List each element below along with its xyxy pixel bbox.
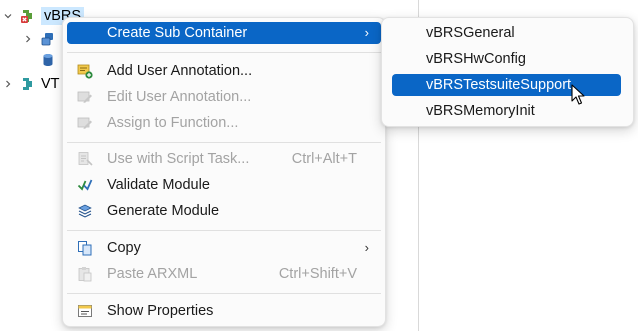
chevron-down-icon[interactable] [2,10,14,22]
menu-item-add-user-annotation[interactable]: Add User Annotation... [67,60,381,82]
menu-item-label: Use with Script Task... [107,151,250,167]
menu-separator [67,293,381,294]
submenu-item-vbrsgeneral[interactable]: vBRSGeneral [386,22,629,44]
properties-icon [77,303,93,319]
menu-item-validate-module[interactable]: Validate Module [67,174,381,196]
menu-item-edit-user-annotation[interactable]: Edit User Annotation... [67,86,381,108]
menu-item-label: Paste ARXML [107,266,198,282]
menu-item-generate-module[interactable]: Generate Module [67,200,381,222]
chevron-right-icon[interactable] [2,78,14,90]
menu-item-show-properties[interactable]: Show Properties [67,300,381,322]
menu-separator [67,52,381,53]
context-menu: Create Sub Container › Add User Annotati… [62,17,386,327]
module-icon [20,76,36,92]
chevron-right-icon[interactable] [22,33,34,45]
menu-item-paste-arxml[interactable]: Paste ARXML Ctrl+Shift+V [67,263,381,285]
menu-item-shortcut: Ctrl+Shift+V [278,266,357,282]
menu-separator [67,230,381,231]
chevron-placeholder [22,54,34,66]
paste-icon [77,266,93,282]
menu-item-label: Create Sub Container [107,25,248,41]
menu-item-label: Copy [107,240,141,256]
chevron-right-icon: › [364,240,369,255]
chevron-right-icon: › [364,25,369,40]
menu-item-use-with-script-task[interactable]: Use with Script Task... Ctrl+Alt+T [67,148,381,170]
database-icon [40,52,56,68]
tree-node-child-2[interactable] [22,48,56,72]
sub-container-submenu: vBRSGeneral vBRSHwConfig vBRSTestsuiteSu… [381,17,634,127]
submenu-item-label: vBRSGeneral [426,25,515,41]
mouse-pointer-icon [571,84,587,106]
generate-icon [77,203,93,219]
menu-item-label: Edit User Annotation... [107,89,252,105]
submenu-item-label: vBRSTestsuiteSupport [426,77,572,93]
menu-item-label: Validate Module [107,177,210,193]
menu-item-label: Add User Annotation... [107,63,253,79]
copy-icon [77,240,93,256]
submenu-item-vbrshwconfig[interactable]: vBRSHwConfig [386,48,629,70]
tree-node-label[interactable]: VT [41,76,60,92]
submenu-item-vbrsmemoryinit[interactable]: vBRSMemoryInit [386,100,629,122]
module-error-icon [20,8,36,24]
edit-annotation-icon [77,89,93,105]
assign-function-icon [77,115,93,131]
menu-item-assign-to-function[interactable]: Assign to Function... [67,112,381,134]
menu-separator [67,142,381,143]
menu-item-create-sub-container[interactable]: Create Sub Container › [67,22,381,44]
script-task-icon [77,151,93,167]
container-icon [40,31,56,47]
menu-item-copy[interactable]: Copy › [67,237,381,259]
add-annotation-icon [77,63,93,79]
menu-item-shortcut: Ctrl+Alt+T [291,151,357,167]
menu-item-label: Assign to Function... [107,115,239,131]
submenu-item-label: vBRSMemoryInit [426,103,535,119]
tree-node-vtt[interactable]: VT [2,72,60,96]
submenu-item-label: vBRSHwConfig [426,51,526,67]
validate-icon [77,177,93,193]
menu-item-label: Generate Module [107,203,220,219]
menu-item-label: Show Properties [107,303,214,319]
